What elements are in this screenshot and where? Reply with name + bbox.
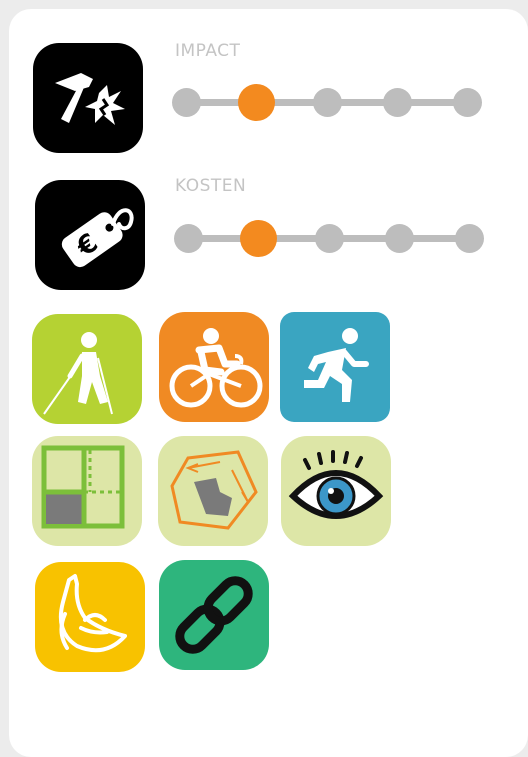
chain-link-icon[interactable] <box>159 560 269 670</box>
hammer-impact-icon <box>33 43 143 153</box>
banana-icon[interactable] <box>35 562 145 672</box>
slider-step[interactable] <box>455 224 484 253</box>
kosten-label: KOSTEN <box>175 176 247 196</box>
running-icon[interactable] <box>280 312 390 422</box>
measure-card: IMPACT € KOSTEN <box>9 9 528 757</box>
cycling-icon[interactable] <box>159 312 269 422</box>
area-map-icon[interactable] <box>158 436 268 546</box>
eye-icon[interactable] <box>281 436 391 546</box>
slider-step[interactable] <box>382 88 412 117</box>
slider-step[interactable] <box>314 224 344 253</box>
price-tag-euro-icon: € <box>35 180 145 290</box>
floor-plan-icon[interactable] <box>32 436 142 546</box>
slider-step[interactable] <box>172 88 201 117</box>
slider-handle[interactable] <box>240 220 278 257</box>
impact-slider[interactable] <box>172 82 482 122</box>
nordic-walking-icon[interactable] <box>32 314 142 424</box>
slider-step[interactable] <box>384 224 414 253</box>
kosten-slider[interactable] <box>174 218 484 258</box>
slider-handle[interactable] <box>238 84 276 121</box>
slider-step[interactable] <box>174 224 203 253</box>
slider-step[interactable] <box>453 88 482 117</box>
slider-step[interactable] <box>312 88 342 117</box>
impact-label: IMPACT <box>175 41 241 61</box>
